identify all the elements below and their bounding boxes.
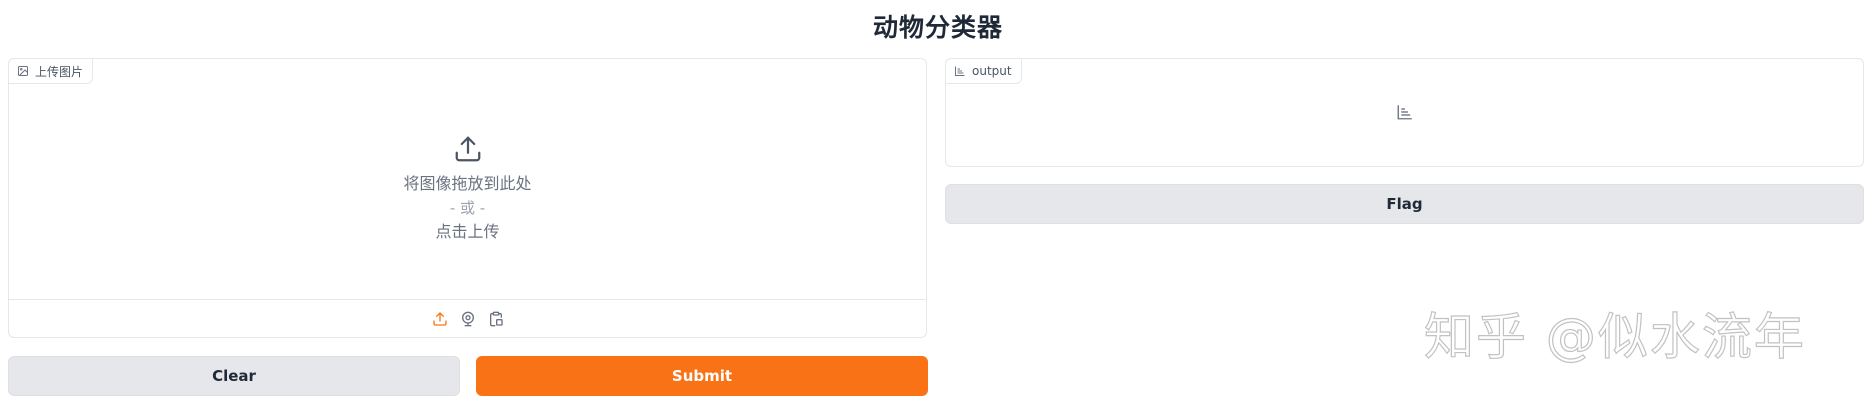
clipboard-icon (489, 311, 503, 327)
clear-button[interactable]: Clear (8, 356, 460, 396)
image-input-label-text: 上传图片 (35, 64, 84, 79)
upload-source-button[interactable] (431, 310, 449, 328)
source-selector (9, 299, 926, 338)
submit-button[interactable]: Submit (476, 356, 928, 396)
page-title: 动物分类器 (872, 13, 1003, 42)
upload-icon (432, 312, 447, 326)
image-input-panel: 将图像拖放到此处 - 或 - 点击上传 上传图片 (8, 58, 927, 338)
bar-chart-icon (1397, 105, 1412, 120)
output-placeholder (946, 103, 1863, 121)
watermark: 知乎 @似水流年 (1423, 307, 1806, 366)
output-label-text: output (972, 64, 1012, 78)
drop-instruction: 将图像拖放到此处 (403, 174, 532, 193)
clipboard-source-button[interactable] (487, 310, 505, 328)
drop-or-separator: - 或 - (449, 199, 486, 217)
webcam-source-button[interactable] (459, 310, 477, 328)
bar-chart-icon (955, 66, 965, 76)
image-icon (18, 66, 28, 76)
click-upload-text: 点击上传 (435, 222, 500, 241)
image-input-label: 上传图片 (8, 58, 94, 84)
upload-icon (455, 136, 480, 162)
image-drop-zone[interactable]: 将图像拖放到此处 - 或 - 点击上传 (9, 59, 926, 299)
webcam-icon (461, 311, 474, 327)
flag-button[interactable]: Flag (945, 184, 1864, 224)
output-label: output (945, 58, 1022, 84)
output-panel: output (945, 58, 1864, 167)
